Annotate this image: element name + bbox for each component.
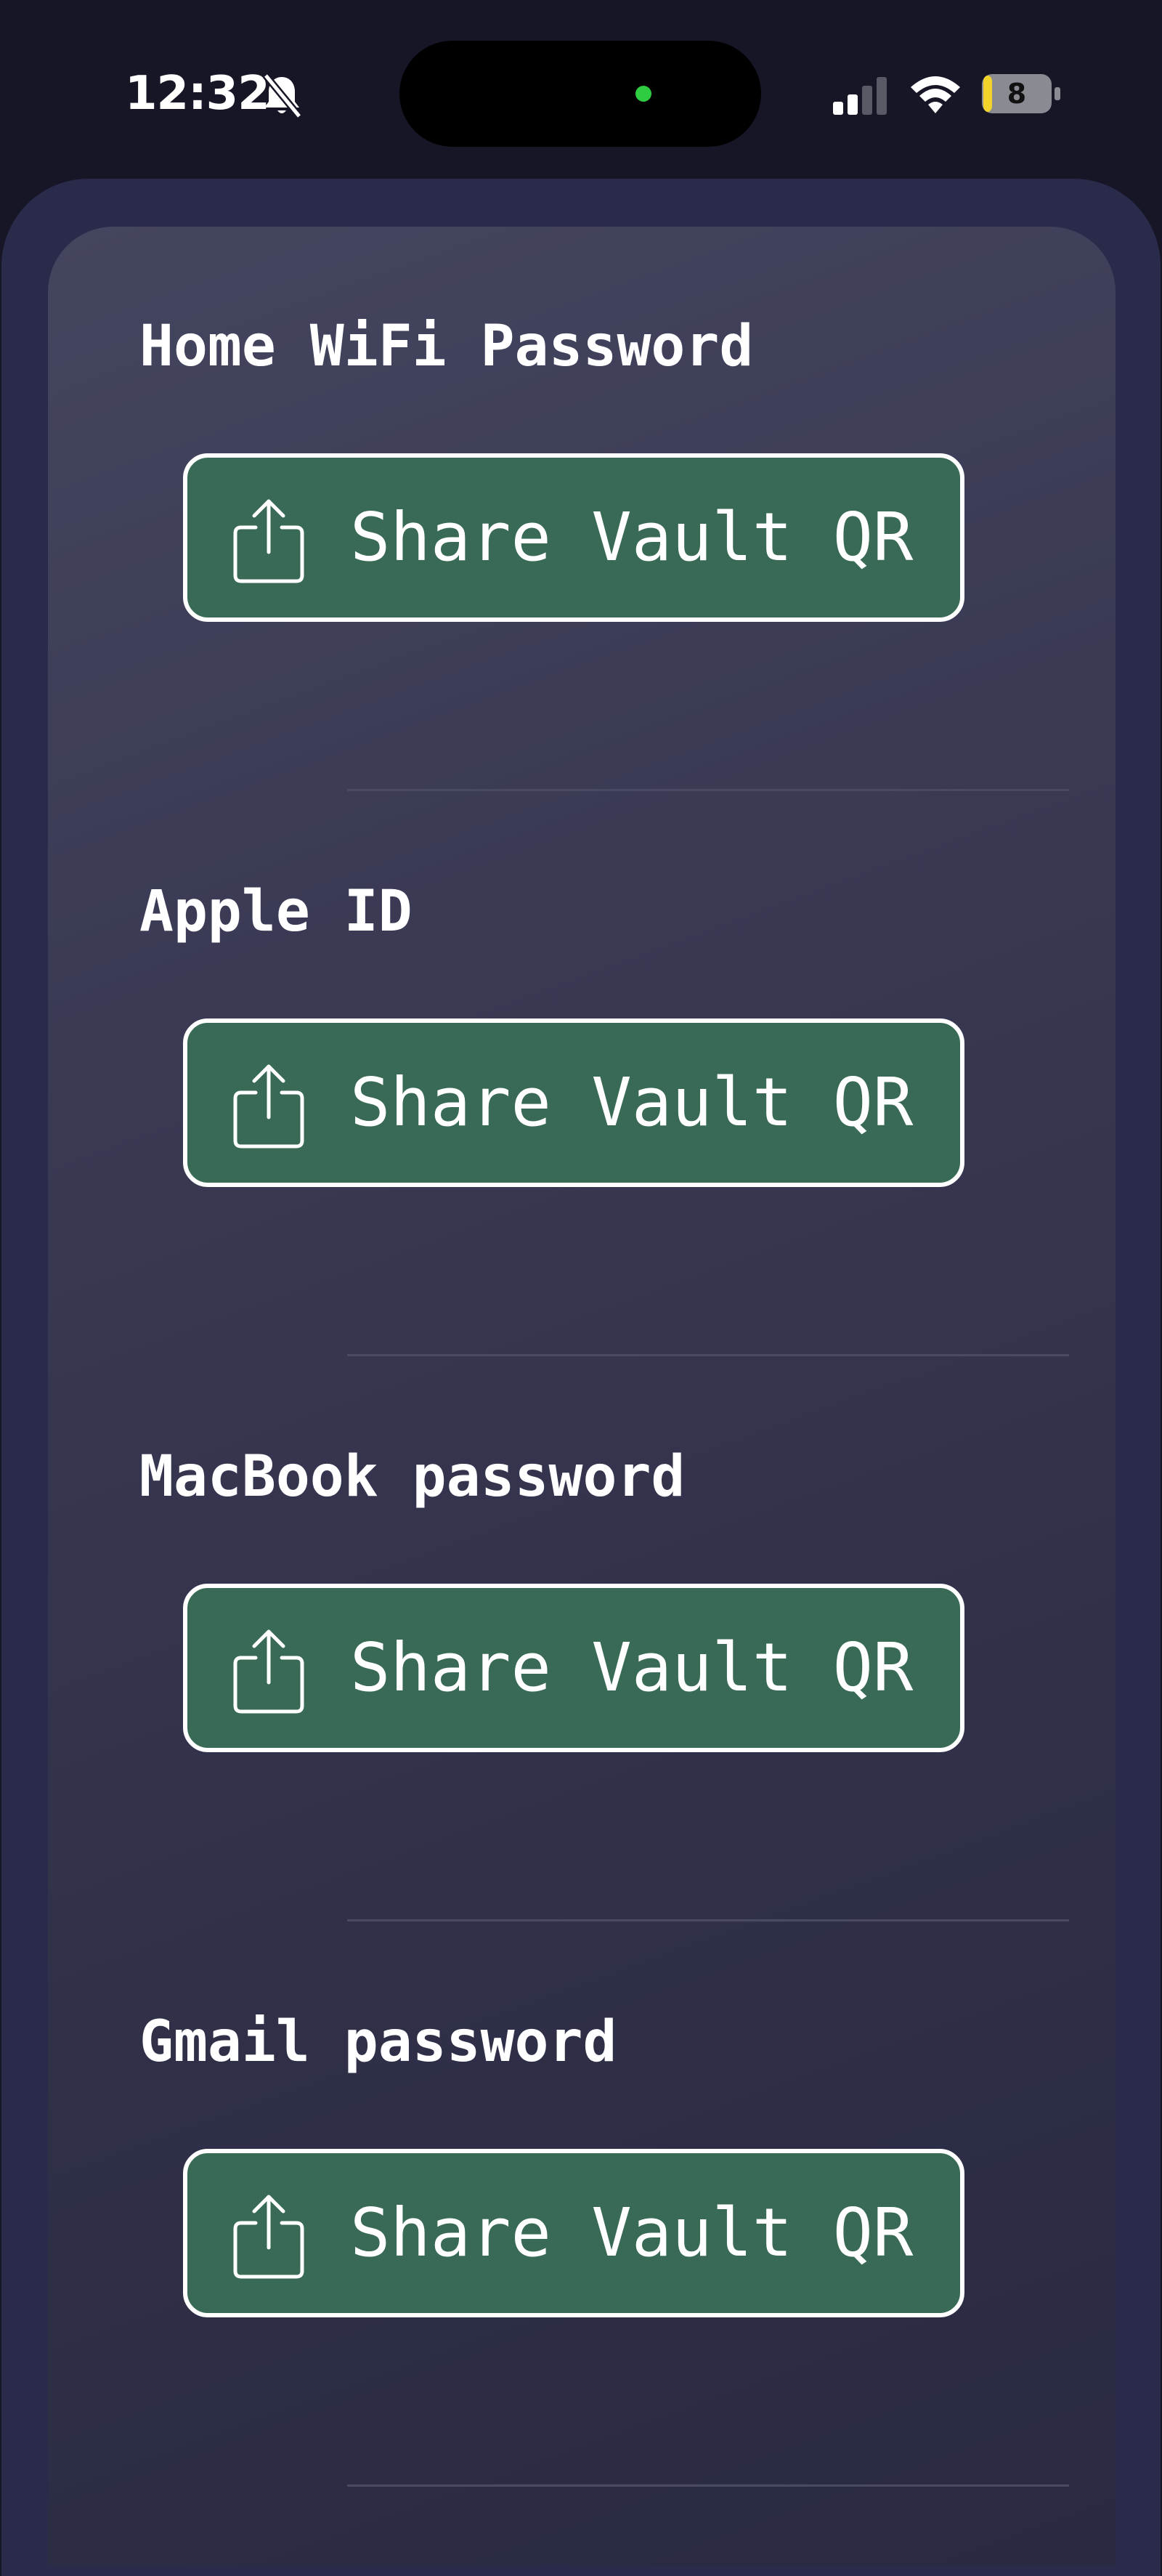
share-button-label: Share Vault QR <box>350 2194 914 2272</box>
entry-divider <box>347 1354 1069 1356</box>
status-bar: 12:32 8 <box>0 0 1162 182</box>
share-vault-qr-button[interactable]: Share Vault QR <box>183 453 964 622</box>
vault-entry: Home WiFi Password Share Vault QR <box>48 227 1116 792</box>
vault-entry: Gmail password Share Vault QR <box>48 1922 1116 2487</box>
entry-divider <box>347 2484 1069 2487</box>
share-vault-qr-button[interactable]: Share Vault QR <box>183 1018 964 1187</box>
battery-level-text: 8 <box>1007 78 1027 110</box>
camera-indicator-dot <box>635 86 651 102</box>
share-button-label: Share Vault QR <box>350 498 914 576</box>
entry-title: MacBook password <box>139 1444 686 1510</box>
wifi-icon <box>911 76 960 113</box>
share-icon <box>233 1629 304 1714</box>
share-button-label: Share Vault QR <box>350 1629 914 1706</box>
entry-divider <box>347 789 1069 791</box>
dynamic-island <box>399 41 761 147</box>
entry-title: Home WiFi Password <box>139 314 754 379</box>
entry-title: Gmail password <box>139 2009 617 2075</box>
cellular-signal-icon <box>833 77 887 115</box>
share-icon <box>233 2195 304 2279</box>
share-icon <box>233 1064 304 1149</box>
share-button-label: Share Vault QR <box>350 1064 914 1141</box>
entry-divider <box>347 1919 1069 1921</box>
vault-entry: MacBook password Share Vault QR <box>48 1357 1116 1922</box>
share-icon <box>233 499 304 583</box>
share-vault-qr-button[interactable]: Share Vault QR <box>183 1584 964 1752</box>
share-vault-qr-button[interactable]: Share Vault QR <box>183 2149 964 2317</box>
entry-title: Apple ID <box>139 879 413 944</box>
status-time: 12:32 <box>125 67 270 121</box>
bell-slash-icon <box>263 73 302 119</box>
vault-entry: Apple ID Share Vault QR <box>48 792 1116 1357</box>
